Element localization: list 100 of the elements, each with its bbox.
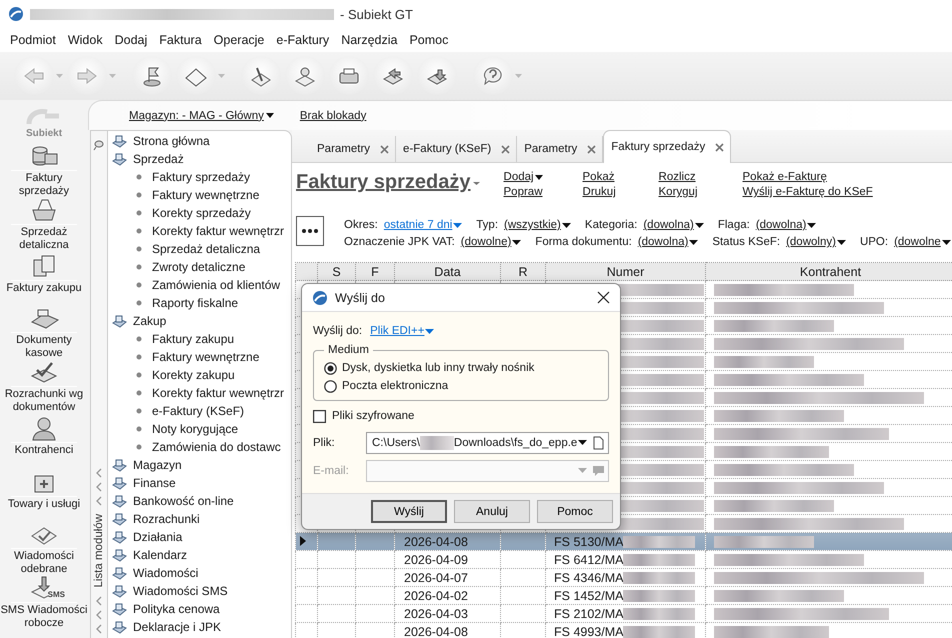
- module-button[interactable]: Kontrahenci: [0, 412, 88, 466]
- action-link[interactable]: Popraw: [504, 186, 559, 198]
- filter-dropdown[interactable]: (dowolna): [638, 236, 698, 248]
- tree-item[interactable]: Zwroty detaliczne: [152, 260, 246, 274]
- tree-item[interactable]: Zamówienia do dostawc: [152, 440, 281, 454]
- module-button[interactable]: SMS SMS Wiadomości robocze: [0, 574, 88, 628]
- close-icon[interactable]: [501, 144, 510, 154]
- close-icon[interactable]: [715, 142, 724, 152]
- file-path-field[interactable]: C:\Users\ Downloads\fs_do_epp.e: [366, 432, 609, 454]
- tab[interactable]: e-Faktury (KSeF): [396, 136, 518, 162]
- checkbox-label[interactable]: Pliki szyfrowane: [332, 410, 414, 422]
- action-link[interactable]: Drukuj: [582, 186, 635, 198]
- module-button[interactable]: Faktury sprzedaży: [0, 142, 88, 196]
- tree-item[interactable]: Polityka cenowa: [133, 602, 220, 616]
- action-link[interactable]: Koryguj: [658, 186, 719, 198]
- action-link[interactable]: Pokaż: [582, 171, 635, 183]
- tree-item[interactable]: Faktury sprzedaży: [152, 170, 250, 184]
- tab[interactable]: Parametry: [310, 136, 396, 162]
- tree-item[interactable]: Kalendarz: [133, 548, 188, 562]
- chevron-left-icon[interactable]: [95, 468, 103, 478]
- column-header[interactable]: F: [356, 262, 394, 280]
- menu-item[interactable]: Operacje: [208, 33, 270, 47]
- file-icon[interactable]: [593, 436, 604, 450]
- tree-item[interactable]: Strona główna: [133, 134, 210, 148]
- tree-item[interactable]: Rozrachunki: [133, 512, 200, 526]
- tree-item[interactable]: Zakup: [133, 314, 166, 328]
- tree-item[interactable]: Faktury zakupu: [152, 332, 234, 346]
- more-options-button[interactable]: [296, 216, 324, 246]
- menu-item[interactable]: Podmiot: [4, 33, 62, 47]
- dialog-button[interactable]: Anuluj: [454, 500, 530, 523]
- tree-item[interactable]: Sprzedaż: [133, 152, 184, 166]
- tree-item[interactable]: Działania: [133, 530, 182, 544]
- menu-item[interactable]: Narzędzia: [335, 33, 404, 47]
- tree-item[interactable]: Wiadomości: [133, 566, 198, 580]
- close-icon[interactable]: [380, 144, 390, 154]
- send-target-dropdown[interactable]: Plik EDI++: [370, 325, 434, 337]
- filter-label: Status KSeF:: [712, 236, 780, 248]
- close-icon[interactable]: [587, 144, 596, 154]
- column-header[interactable]: S: [318, 262, 356, 280]
- filter-dropdown[interactable]: ostatnie 7 dni: [384, 219, 462, 231]
- filter-dropdown[interactable]: (dowolne: [894, 236, 951, 248]
- close-button[interactable]: [597, 291, 610, 304]
- warehouse-dropdown[interactable]: Magazyn: - MAG - Główny: [129, 110, 274, 122]
- action-link[interactable]: Dodaj: [504, 171, 559, 183]
- module-button[interactable]: Wiadomości odebrane: [0, 520, 88, 574]
- tree-item[interactable]: Noty korygujące: [152, 422, 238, 436]
- caret-icon: [534, 174, 543, 180]
- module-button[interactable]: Dokumenty kasowe: [0, 304, 88, 358]
- chevron-left-icon[interactable]: [95, 482, 103, 492]
- tree-item[interactable]: Korekty sprzedaży: [152, 206, 251, 220]
- menu-item[interactable]: Faktura: [153, 33, 208, 47]
- tree-item[interactable]: Wiadomości SMS: [133, 584, 228, 598]
- email-field[interactable]: [366, 460, 609, 482]
- filter-dropdown[interactable]: (dowolna): [756, 219, 816, 231]
- filter-dropdown[interactable]: (dowolne): [460, 236, 522, 248]
- menu-item[interactable]: Widok: [62, 33, 109, 47]
- tree-item[interactable]: Faktury wewnętrzne: [152, 350, 260, 364]
- lock-status-link[interactable]: Brak blokady: [300, 110, 366, 122]
- filter-dropdown[interactable]: (dowolny): [786, 236, 846, 248]
- tree-item[interactable]: Bankowość on-line: [133, 494, 234, 508]
- tree-item[interactable]: Deklaracje i JPK: [133, 620, 222, 634]
- filter-dropdown[interactable]: (wszystkie): [504, 219, 571, 231]
- tree-item[interactable]: Korekty faktur wewnętrzr: [152, 386, 284, 400]
- column-header[interactable]: Data: [394, 262, 500, 280]
- chevron-left-icon[interactable]: [95, 496, 103, 506]
- tree-item[interactable]: e-Faktury (KSeF): [152, 404, 244, 418]
- module-button[interactable]: Rozrachunki wg dokumentów: [0, 358, 88, 412]
- action-link[interactable]: Rozlicz: [658, 171, 719, 183]
- tree-item[interactable]: Korekty faktur wewnętrzr: [152, 224, 284, 238]
- tree-item[interactable]: Finanse: [133, 476, 176, 490]
- dialog-button[interactable]: Pomoc: [537, 500, 613, 523]
- module-button[interactable]: Towary i usługi: [0, 466, 88, 520]
- tab[interactable]: Faktury sprzedaży: [603, 130, 732, 163]
- tree-item[interactable]: Faktury wewnętrzne: [152, 188, 260, 202]
- view-title-dropdown[interactable]: Faktury sprzedaży: [296, 171, 480, 194]
- module-button[interactable]: Faktury zakupu: [0, 250, 88, 304]
- radio-button[interactable]: [324, 362, 337, 374]
- column-header[interactable]: Numer: [546, 262, 706, 280]
- tree-item[interactable]: Raporty fiskalne: [152, 296, 238, 310]
- action-link[interactable]: Wyślij e-Fakturę do KSeF: [742, 186, 883, 198]
- table-cell: FS 2102/MA: [554, 606, 624, 622]
- menu-item[interactable]: Pomoc: [403, 33, 454, 47]
- tree-item[interactable]: Korekty zakupu: [152, 368, 235, 382]
- tree-item[interactable]: Sprzedaż detaliczna: [152, 242, 260, 256]
- action-link[interactable]: Pokaż e-Fakturę: [742, 171, 883, 183]
- tree-item[interactable]: Magazyn: [133, 458, 182, 472]
- radio-label[interactable]: Poczta elektroniczna: [342, 380, 448, 392]
- checkbox[interactable]: [313, 410, 326, 422]
- column-header[interactable]: R: [500, 262, 546, 280]
- dialog-button[interactable]: Wyślij: [371, 500, 447, 523]
- module-button[interactable]: Sprzedaż detaliczna: [0, 196, 88, 250]
- menu-item[interactable]: Dodaj: [108, 33, 154, 47]
- column-header[interactable]: Kontrahent: [706, 262, 952, 280]
- menu-item[interactable]: e-Faktury: [270, 33, 336, 47]
- radio-label[interactable]: Dysk, dyskietka lub inny trwały nośnik: [342, 362, 534, 374]
- tree-item[interactable]: Zamówienia od klientów: [152, 278, 280, 292]
- filter-dropdown[interactable]: (dowolna): [643, 219, 704, 231]
- caret-icon: [689, 240, 698, 244]
- table-cell: 2026-04-02: [394, 586, 500, 604]
- radio-button[interactable]: [324, 380, 337, 392]
